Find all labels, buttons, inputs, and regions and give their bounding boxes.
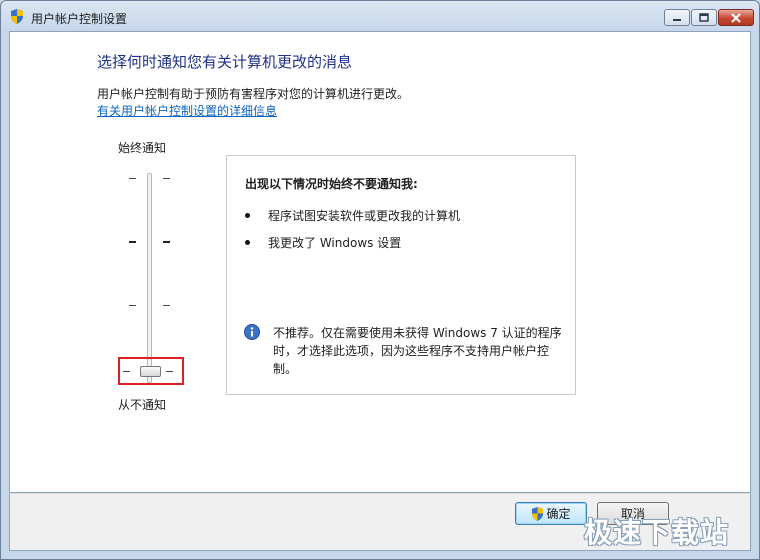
- window-title: 用户帐户控制设置: [31, 12, 128, 26]
- maximize-button[interactable]: [691, 9, 717, 26]
- list-item: 我更改了 Windows 设置: [245, 234, 401, 251]
- bullet-dot: [245, 240, 250, 245]
- warning-note: 不推荐。仅在需要使用未获得 Windows 7 认证的程序时，才选择此选项，因为…: [273, 326, 562, 376]
- slider-tick: [129, 178, 136, 179]
- close-icon: [731, 12, 741, 23]
- close-button[interactable]: [718, 9, 754, 26]
- bullet-text: 程序试图安装软件或更改我的计算机: [268, 209, 461, 223]
- ok-button[interactable]: 确定: [515, 502, 587, 525]
- description-text: 用户帐户控制有助于预防有害程序对您的计算机进行更改。: [97, 87, 410, 101]
- slider-tick: [163, 178, 170, 179]
- slider-bottom-label: 从不通知: [118, 398, 167, 412]
- title-bar[interactable]: 用户帐户控制设置: [1, 1, 759, 31]
- watermark-text: 极速下载站: [584, 516, 730, 549]
- slider-tick: [129, 241, 136, 243]
- uac-shield-icon: [11, 9, 23, 24]
- maximize-icon: [699, 13, 709, 22]
- slider-top-label: 始终通知: [118, 141, 167, 155]
- level-description-panel: 出现以下情况时始终不要通知我: 程序试图安装软件或更改我的计算机 我更改了 Wi…: [226, 155, 576, 395]
- slider-track[interactable]: [147, 173, 152, 383]
- slider-highlight-box: [118, 357, 184, 385]
- slider-tick: [163, 305, 170, 306]
- ok-button-label: 确定: [546, 507, 571, 521]
- list-item: 程序试图安装软件或更改我的计算机: [245, 207, 460, 224]
- panel-heading: 出现以下情况时始终不要通知我:: [245, 177, 418, 191]
- bullet-dot: [245, 213, 250, 218]
- uac-settings-window: 用户帐户控制设置 选择何时通知您有关计算机更改的消息 用户帐户控制有助于预防有害…: [0, 0, 760, 560]
- uac-shield-icon: [532, 506, 544, 521]
- page-heading: 选择何时通知您有关计算机更改的消息: [97, 53, 353, 71]
- bullet-text: 我更改了 Windows 设置: [268, 236, 402, 250]
- info-icon: [244, 324, 260, 340]
- slider-tick: [163, 241, 170, 243]
- minimize-button[interactable]: [664, 9, 690, 26]
- client-area: 选择何时通知您有关计算机更改的消息 用户帐户控制有助于预防有害程序对您的计算机进…: [9, 31, 751, 493]
- slider-tick: [129, 305, 136, 306]
- minimize-icon: [673, 18, 681, 21]
- details-link[interactable]: 有关用户帐户控制设置的详细信息: [97, 102, 277, 119]
